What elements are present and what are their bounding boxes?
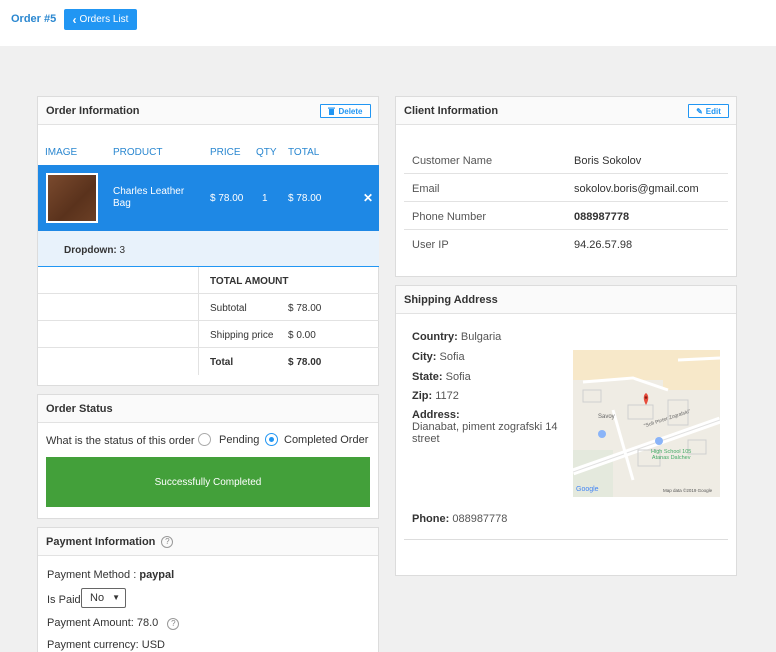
subtotal-row: Subtotal $ 78.00 [38, 294, 379, 321]
customer-name-value: Boris Sokolov [574, 155, 642, 167]
payment-method-value: paypal [139, 569, 175, 581]
help-icon[interactable]: ? [167, 617, 180, 630]
payment-amount-label: Payment Amount: 78.0 [47, 617, 159, 629]
client-information-header: Client Information ✎ Edit [396, 97, 736, 125]
pending-label[interactable]: Pending [219, 434, 259, 446]
email-label: Email [412, 183, 440, 195]
top-bar: Order #5 ‹ Orders List [0, 0, 776, 46]
total-amount-row: TOTAL AMOUNT [38, 267, 379, 294]
order-information-header: Order Information Delete [38, 97, 378, 125]
order-status-header: Order Status [38, 395, 378, 423]
phone-number-value: 088987778 [574, 211, 630, 223]
payment-information-header: Payment Information ? [38, 528, 378, 556]
subtotal-value: $ 78.00 [288, 303, 322, 314]
help-icon[interactable]: ? [161, 535, 174, 548]
orders-list-button[interactable]: ‹ Orders List [64, 9, 137, 30]
client-information-title: Client Information [404, 104, 499, 117]
product-name: Charles Leather Bag [113, 186, 185, 209]
order-status-title: Order Status [46, 402, 113, 415]
country: Country: Bulgaria [412, 331, 502, 343]
column-total: TOTAL [288, 147, 320, 158]
total-value: $ 78.00 [288, 357, 322, 368]
total-row: Total $ 78.00 [38, 348, 379, 375]
is-paid-label: Is Paid: [47, 594, 84, 606]
phone-number-row: Phone Number 088987778 [404, 202, 728, 230]
status-question: What is the status of this order [46, 435, 195, 447]
product-row[interactable]: Charles Leather Bag $ 78.00 1 $ 78.00 ✕ [38, 165, 379, 231]
map-poi-school: High School 105 Atanas Dalchev [651, 449, 692, 461]
order-information-panel: Order Information Delete IMAGE PRODUCT P… [37, 96, 379, 386]
phone-number-label: Phone Number [412, 211, 486, 223]
subtotal-label: Subtotal [210, 303, 247, 314]
is-paid-select[interactable]: No ▼ [81, 588, 126, 608]
completed-order-radio[interactable] [265, 433, 278, 446]
user-ip-value: 94.26.57.98 [574, 239, 633, 251]
shipping-address-panel: Shipping Address Country: Bulgaria City:… [395, 285, 737, 576]
total-label: Total [210, 357, 234, 368]
product-qty: 1 [262, 193, 268, 204]
shipping-address-title: Shipping Address [404, 293, 498, 306]
is-paid-value: No [90, 592, 105, 604]
shipping-price-label: Shipping price [210, 330, 274, 341]
orders-list-label: Orders List [79, 14, 129, 25]
map-data-credit: Map data ©2019 Google [663, 488, 713, 493]
payment-amount: Payment Amount: 78.0 ? [47, 617, 180, 630]
dropdown-value: 3 [119, 245, 126, 256]
google-logo: Google [576, 486, 599, 493]
completed-order-label[interactable]: Completed Order [284, 434, 368, 446]
column-qty: QTY [256, 147, 277, 158]
user-ip-row: User IP 94.26.57.98 [404, 230, 728, 258]
phone: Phone: 088987778 [412, 513, 508, 525]
trash-icon [328, 107, 336, 115]
pending-radio[interactable] [198, 433, 211, 446]
address: Address: Dianabat, piment zografski 14 s… [412, 409, 558, 445]
divider [198, 267, 199, 375]
chevron-left-icon: ‹ [72, 12, 77, 27]
customer-name-label: Customer Name [412, 155, 493, 167]
dropdown-row: Dropdown: 3 [38, 231, 379, 267]
payment-information-title: Payment Information [46, 535, 156, 548]
map-poi-savoy: Savoy [598, 414, 615, 420]
edit-label: Edit [705, 106, 721, 116]
shipping-address-header: Shipping Address [396, 286, 736, 314]
payment-currency: Payment currency: USD [47, 639, 165, 651]
total-amount-label: TOTAL AMOUNT [210, 276, 289, 287]
order-status-panel: Order Status What is the status of this … [37, 394, 379, 519]
column-product: PRODUCT [113, 147, 163, 158]
user-ip-label: User IP [412, 239, 449, 251]
customer-name-row: Customer Name Boris Sokolov [404, 146, 728, 174]
city: City: Sofia [412, 351, 465, 363]
order-information-title: Order Information [46, 104, 140, 117]
client-information-panel: Client Information ✎ Edit Customer Name … [395, 96, 737, 277]
shipping-price-value: $ 0.00 [288, 330, 316, 341]
column-price: PRICE [210, 147, 241, 158]
product-total: $ 78.00 [288, 193, 322, 204]
delete-button[interactable]: Delete [320, 104, 371, 118]
success-banner: Successfully Completed [46, 457, 370, 507]
caret-down-icon: ▼ [112, 593, 120, 602]
product-price: $ 78.00 [210, 193, 244, 204]
location-map[interactable]: "Sofi Pinter Zografski" Savoy High Schoo… [573, 350, 720, 497]
page-title: Order #5 [11, 13, 57, 25]
pencil-icon: ✎ [696, 106, 703, 116]
divider [404, 539, 728, 540]
delete-label: Delete [338, 106, 363, 116]
remove-product-icon[interactable]: ✕ [363, 191, 373, 205]
zip: Zip: 1172 [412, 390, 459, 402]
product-image [46, 173, 98, 223]
state: State: Sofia [412, 371, 471, 383]
payment-method: Payment Method : paypal [47, 569, 174, 581]
edit-button[interactable]: ✎ Edit [688, 104, 729, 118]
dropdown-label: Dropdown: [64, 245, 117, 256]
column-image: IMAGE [45, 147, 78, 158]
email-row: Email sokolov.boris@gmail.com [404, 174, 728, 202]
shipping-price-row: Shipping price $ 0.00 [38, 321, 379, 348]
payment-method-label: Payment Method : [47, 569, 137, 581]
payment-information-panel: Payment Information ? Payment Method : p… [37, 527, 379, 652]
email-value: sokolov.boris@gmail.com [574, 183, 699, 195]
